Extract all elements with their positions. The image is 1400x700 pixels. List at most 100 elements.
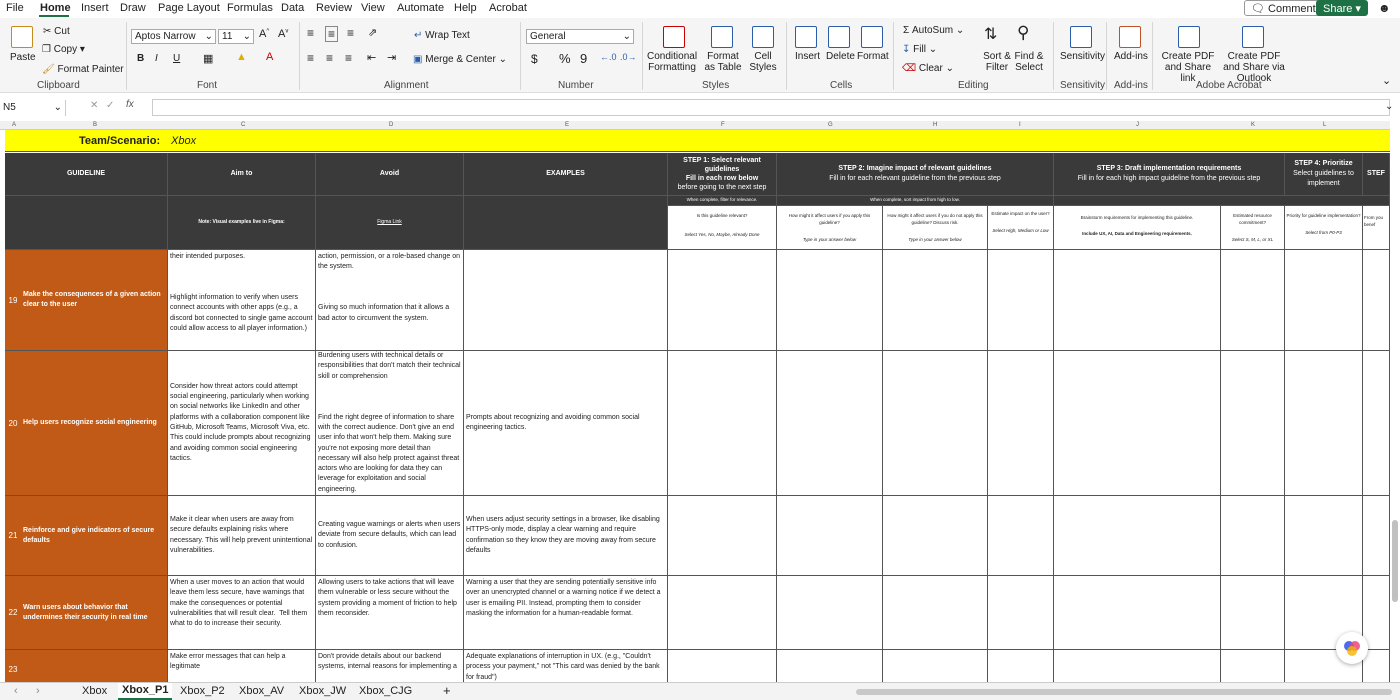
tab-home[interactable]: Home [40, 2, 71, 14]
share-button[interactable]: Share ▾ [1316, 0, 1368, 16]
tab-review[interactable]: Review [316, 2, 352, 14]
vertical-scrollbar[interactable] [1392, 520, 1398, 602]
increase-decimal-icon[interactable]: ←.0 [600, 52, 617, 62]
tab-insert[interactable]: Insert [81, 2, 109, 14]
scroll-left-icon[interactable]: ‹ [14, 685, 18, 697]
conditional-formatting-button[interactable]: Conditional Formatting [647, 51, 697, 73]
align-bottom-icon[interactable]: ≡ [347, 26, 354, 40]
autosum-button[interactable]: Σ AutoSum ⌄ [903, 25, 964, 36]
tab-file[interactable]: File [6, 2, 24, 14]
sensitivity-button[interactable]: Sensitivity [1060, 51, 1105, 62]
tab-page-layout[interactable]: Page Layout [158, 2, 220, 14]
guideline-cell[interactable]: Help users recognize social engineering [5, 351, 168, 496]
input-cell[interactable] [988, 351, 1054, 496]
paste-button[interactable]: Paste [10, 52, 36, 63]
examples-cell[interactable]: Adequate explanations of interruption in… [464, 650, 668, 682]
input-cell[interactable] [988, 496, 1054, 576]
horizontal-scrollbar[interactable] [856, 689, 1392, 695]
input-cell[interactable] [1363, 250, 1390, 351]
aim-cell[interactable]: Make it clear when users are away from s… [168, 496, 316, 576]
column-header[interactable]: B [93, 122, 97, 128]
align-top-icon[interactable]: ≡ [307, 26, 314, 40]
input-cell[interactable] [777, 496, 883, 576]
avoid-cell[interactable]: Burdening users with technical details o… [316, 351, 464, 496]
input-cell[interactable] [1054, 496, 1221, 576]
column-header[interactable]: J [1136, 122, 1139, 128]
input-cell[interactable] [883, 351, 988, 496]
copilot-button[interactable] [1336, 632, 1368, 664]
shrink-font-button[interactable]: Av [278, 28, 288, 40]
grow-font-button[interactable]: A^ [259, 28, 269, 40]
align-left-icon[interactable]: ≡ [307, 51, 314, 65]
wrap-text-button[interactable]: ↵ Wrap Text [414, 30, 470, 41]
input-cell[interactable] [1054, 351, 1221, 496]
italic-button[interactable]: I [155, 53, 158, 64]
decrease-decimal-icon[interactable]: .0→ [620, 52, 637, 62]
clear-button[interactable]: ⌫ Clear ⌄ [902, 63, 954, 74]
column-header[interactable]: F [721, 122, 725, 128]
user-icon[interactable]: ☻ [1378, 1, 1391, 15]
orientation-icon[interactable]: ⇗ [368, 26, 377, 39]
sheet-tab-xbox-p2[interactable]: Xbox_P2 [180, 685, 225, 697]
input-cell[interactable] [668, 496, 777, 576]
delete-cells-button[interactable]: Delete [826, 51, 855, 62]
align-right-icon[interactable]: ≡ [345, 51, 352, 65]
expand-formula-icon[interactable]: ⌄ [1385, 101, 1393, 112]
column-header[interactable]: D [389, 122, 393, 128]
align-center-icon[interactable]: ≡ [326, 51, 333, 65]
input-cell[interactable] [668, 650, 777, 682]
input-cell[interactable] [1054, 650, 1221, 682]
tab-draw[interactable]: Draw [120, 2, 146, 14]
input-cell[interactable] [1054, 250, 1221, 351]
decrease-indent-icon[interactable]: ⇤ [367, 51, 376, 64]
input-cell[interactable] [1054, 576, 1221, 650]
input-cell[interactable] [777, 250, 883, 351]
currency-button[interactable]: $ [531, 52, 538, 66]
guideline-cell[interactable]: Make the consequences of a given action … [5, 250, 168, 351]
comma-button[interactable]: 9 [580, 51, 587, 66]
input-cell[interactable] [777, 576, 883, 650]
column-header[interactable]: G [828, 122, 833, 128]
column-header[interactable]: I [1019, 122, 1021, 128]
column-header[interactable]: E [565, 122, 569, 128]
input-cell[interactable] [777, 650, 883, 682]
add-sheet-button[interactable]: + [443, 683, 451, 698]
column-header[interactable]: H [933, 122, 937, 128]
avoid-cell[interactable]: action, permission, or a role-based chan… [316, 250, 464, 351]
column-header[interactable]: L [1323, 122, 1326, 128]
input-cell[interactable] [1363, 351, 1390, 496]
find-select-button[interactable]: Find & Select [1012, 51, 1046, 73]
input-cell[interactable] [668, 250, 777, 351]
format-cells-button[interactable]: Format [857, 51, 889, 62]
sheet-tab-xbox-cjg[interactable]: Xbox_CJG [359, 685, 412, 697]
sheet-tab-xbox-p1[interactable]: Xbox_P1 [118, 683, 173, 700]
fill-button[interactable]: ↧ Fill ⌄ [902, 44, 937, 55]
guideline-cell[interactable] [5, 650, 168, 682]
avoid-cell[interactable]: Creating vague warnings or alerts when u… [316, 496, 464, 576]
collapse-ribbon-icon[interactable]: ⌄ [1382, 74, 1391, 87]
input-cell[interactable] [777, 351, 883, 496]
input-cell[interactable] [988, 650, 1054, 682]
input-cell[interactable] [883, 250, 988, 351]
format-as-table-button[interactable]: Format as Table [702, 51, 744, 73]
input-cell[interactable] [1221, 576, 1285, 650]
cancel-icon[interactable]: ✕ [90, 100, 98, 111]
team-value[interactable]: Xbox [171, 135, 196, 147]
tab-automate[interactable]: Automate [397, 2, 444, 14]
insert-cells-button[interactable]: Insert [795, 51, 820, 62]
font-name-select[interactable]: Aptos Narrow ⌄ [131, 29, 216, 44]
cut-button[interactable]: ✂ Cut [43, 26, 70, 37]
sheet-tab-xbox[interactable]: Xbox [82, 685, 107, 697]
aim-cell[interactable]: When a user moves to an action that woul… [168, 576, 316, 650]
sheet-tab-xbox-jw[interactable]: Xbox_JW [299, 685, 346, 697]
tab-formulas[interactable]: Formulas [227, 2, 273, 14]
copy-button[interactable]: ❐ Copy ▾ [42, 44, 85, 55]
sheet-tab-xbox-av[interactable]: Xbox_AV [239, 685, 284, 697]
aim-cell[interactable]: Make error messages that can help a legi… [168, 650, 316, 682]
function-icon[interactable]: fx [126, 99, 134, 110]
tab-view[interactable]: View [361, 2, 385, 14]
confirm-icon[interactable]: ✓ [106, 100, 114, 111]
fill-color-icon[interactable]: ▲ [236, 51, 247, 63]
input-cell[interactable] [668, 351, 777, 496]
column-header[interactable]: K [1251, 122, 1255, 128]
